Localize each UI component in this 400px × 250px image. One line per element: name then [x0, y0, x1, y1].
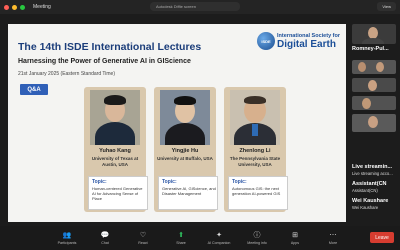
- speaker-photo: [90, 90, 140, 145]
- toolbar-ai-companion-button[interactable]: ✦ AI Companion: [205, 231, 233, 245]
- toolbar-label: Chat: [101, 241, 109, 245]
- logo-line1: International Society for: [277, 32, 340, 39]
- close-window-button[interactable]: [4, 4, 9, 10]
- apps-icon: ⊞: [292, 232, 298, 239]
- toolbar-share-button[interactable]: ⬆ Share: [167, 231, 195, 245]
- more-icon: ⋯: [329, 232, 337, 239]
- leave-button-label: Leave: [375, 234, 389, 241]
- speaker-body: [165, 123, 205, 145]
- participant-face: [358, 62, 366, 72]
- participant-face: [368, 116, 378, 128]
- toolbar-label: Share: [176, 241, 186, 245]
- participant-video[interactable]: [352, 78, 396, 92]
- chat-icon: 💬: [100, 232, 110, 239]
- speaker-card: Yuhao Kang University of Texas at Austin…: [84, 87, 148, 212]
- speaker-affiliation: The Pennsylvania State University, USA: [229, 156, 281, 167]
- speaker-name: Zhenlong Li: [239, 148, 271, 154]
- participant-subtitle: Assistant(CN): [352, 188, 378, 193]
- speaker-topic-box: Topic: Autonomous GIS: the next generati…: [228, 176, 288, 210]
- speaker-affiliation: University of Texas at Austin, USA: [91, 156, 139, 167]
- minimize-window-button[interactable]: [12, 4, 17, 10]
- speaker-name: Yuhao Kang: [99, 148, 131, 154]
- participant-video[interactable]: [352, 24, 396, 44]
- participant-face: [368, 80, 377, 91]
- topic-label: Topic:: [232, 179, 247, 185]
- slide-subtitle: Harnessing the Power of Generative AI in…: [18, 58, 191, 65]
- topic-text: Human-centered Generative AI for Advanci…: [92, 186, 143, 201]
- topic-label: Topic:: [162, 179, 177, 185]
- toolbar-label: Participants: [57, 241, 77, 245]
- participant-name: Wei Kaushare: [352, 198, 389, 204]
- speaker-hair: [104, 95, 126, 105]
- participant-panel: Romney-Pul... Live streamin... Live stre…: [352, 24, 396, 216]
- ai-companion-icon: ✦: [216, 232, 222, 239]
- view-button-label: View: [382, 4, 391, 9]
- toolbar-apps-button[interactable]: ⊞ Apps: [281, 231, 309, 245]
- toolbar-label: React: [138, 241, 148, 245]
- speaker-body: [95, 122, 135, 145]
- speaker-hair: [244, 96, 266, 104]
- qa-badge: Q&A: [20, 84, 48, 95]
- speaker-affiliation: University at Buffalo, USA: [157, 156, 213, 161]
- toolbar-meeting-info-button[interactable]: ⓘ Meeting info: [243, 231, 271, 245]
- share-indicator-label: Autodesk Diffie screen: [156, 4, 196, 9]
- toolbar-label: AI Companion: [207, 241, 231, 245]
- speaker-topic-box: Topic: Human-centered Generative AI for …: [88, 176, 148, 210]
- participant-video[interactable]: [352, 60, 396, 74]
- toolbar-chat-button[interactable]: 💬 Chat: [91, 231, 119, 245]
- topic-text: Generative AI, GIScience, and Disaster M…: [162, 186, 216, 196]
- logo-line2: Digital Earth: [277, 38, 336, 50]
- speaker-photo: [230, 90, 280, 145]
- window-controls: [4, 4, 25, 10]
- participant-face: [362, 98, 371, 109]
- participant-name: Assistant(CN: [352, 181, 387, 187]
- globe-icon: ISDE: [257, 32, 276, 50]
- speaker-topic-box: Topic: Generative AI, GIScience, and Dis…: [158, 176, 218, 210]
- speaker-hair: [174, 96, 196, 105]
- toolbar-react-button[interactable]: ♡ React: [129, 231, 157, 245]
- participant-body: [362, 38, 384, 44]
- speaker-card: Zhenlong Li The Pennsylvania State Unive…: [224, 87, 288, 212]
- isde-logo: ISDE International Society for Digital E…: [257, 32, 340, 50]
- toolbar-label: Meeting info: [247, 241, 267, 245]
- speaker-card: Yingjie Hu University at Buffalo, USA To…: [154, 87, 218, 212]
- toolbar-more-button[interactable]: ⋯ More: [319, 231, 347, 245]
- toolbar-participants-button[interactable]: 👥 Participants: [53, 231, 81, 245]
- react-icon: ♡: [139, 232, 147, 239]
- participants-icon: 👥: [62, 232, 72, 239]
- share-indicator[interactable]: Autodesk Diffie screen: [150, 2, 240, 11]
- shared-slide: The 14th ISDE International Lectures Har…: [8, 24, 346, 222]
- zoom-window-button[interactable]: [20, 4, 25, 10]
- meeting-toolbar: 👥 Participants 💬 Chat ♡ React ⬆ Share ✦ …: [0, 226, 400, 250]
- participant-subtitle: Live streaming acco...: [352, 171, 393, 176]
- window-titlebar: Meeting Autodesk Diffie screen View: [0, 0, 400, 14]
- share-icon: ⬆: [178, 232, 184, 239]
- slide-date: 21st January 2025 (Eastern Standard Time…: [18, 71, 115, 77]
- slide-title: The 14th ISDE International Lectures: [18, 41, 202, 53]
- speaker-name: Yingjie Hu: [171, 148, 199, 154]
- meeting-info-icon: ⓘ: [253, 232, 261, 239]
- speaker-tie: [252, 124, 258, 136]
- toolbar-label: Apps: [290, 241, 300, 245]
- leave-button[interactable]: Leave: [370, 232, 394, 243]
- toolbar-label: More: [328, 241, 338, 245]
- participant-face: [376, 62, 384, 72]
- participant-subtitle: Wei Kaushare: [352, 205, 379, 210]
- window-title: Meeting: [33, 4, 51, 10]
- participant-name: Romney-Pul...: [352, 46, 389, 52]
- participant-video[interactable]: [352, 96, 396, 110]
- topic-label: Topic:: [92, 179, 107, 185]
- topic-text: Autonomous GIS: the next generation AI-p…: [232, 186, 281, 196]
- speaker-photo: [160, 90, 210, 145]
- logo-circle-text: ISDE: [261, 38, 271, 44]
- participant-name: Live streamin...: [352, 164, 393, 170]
- participant-video[interactable]: [352, 114, 396, 132]
- view-button[interactable]: View: [377, 2, 396, 11]
